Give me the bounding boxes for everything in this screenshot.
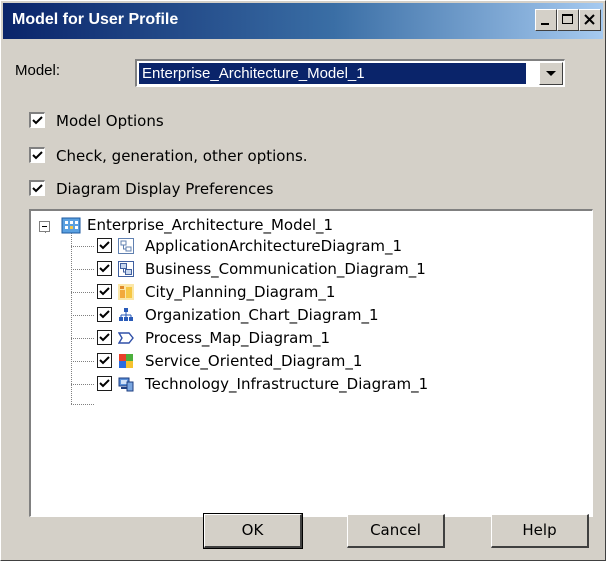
ok-button[interactable]: OK [203, 513, 303, 549]
city-planning-diagram-icon [118, 284, 134, 300]
application-architecture-diagram-icon [118, 238, 134, 254]
tree-item-label: City_Planning_Diagram_1 [145, 283, 336, 301]
tree-item[interactable]: Service_Oriented_Diagram_1 [97, 350, 577, 372]
tree-item-label: Business_Communication_Diagram_1 [145, 260, 426, 278]
model-options-label: Model Options [56, 112, 164, 130]
checkmark-icon [99, 379, 110, 388]
tree-item[interactable]: Process_Map_Diagram_1 [97, 327, 577, 349]
checkmark-icon [99, 356, 110, 365]
tree-collapse-toggle[interactable] [39, 221, 50, 232]
model-options-checkbox[interactable] [29, 112, 45, 128]
title-bar[interactable]: Model for User Profile [3, 3, 603, 39]
tree-item-checkbox[interactable] [97, 330, 112, 345]
model-combobox[interactable]: Enterprise_Architecture_Model_1 [135, 59, 565, 87]
checkmark-icon [99, 264, 110, 273]
tree-item-label: Organization_Chart_Diagram_1 [145, 306, 379, 324]
maximize-icon [562, 14, 573, 24]
checkmark-icon [32, 116, 43, 125]
tree-item[interactable]: City_Planning_Diagram_1 [97, 281, 577, 303]
business-communication-diagram-icon [118, 261, 134, 277]
close-button[interactable] [579, 9, 601, 31]
model-dropdown-button[interactable] [539, 62, 563, 85]
tree-item[interactable]: ApplicationArchitectureDiagram_1 [97, 235, 577, 257]
tree-item-label: Process_Map_Diagram_1 [145, 329, 331, 347]
minimize-button[interactable] [535, 9, 557, 31]
close-icon [584, 14, 595, 25]
checkmark-icon [32, 151, 43, 160]
tree-item-label: ApplicationArchitectureDiagram_1 [145, 237, 403, 255]
enterprise-model-icon [61, 217, 81, 234]
process-map-diagram-icon [118, 332, 134, 344]
checkmark-icon [99, 310, 110, 319]
tree-item-checkbox[interactable] [97, 284, 112, 299]
dialog-window: Model for User Profile Model: Enterprise… [0, 0, 606, 561]
tree-root-label: Enterprise_Architecture_Model_1 [87, 216, 334, 234]
checkmark-icon [99, 287, 110, 296]
checkmark-icon [32, 184, 43, 193]
maximize-button[interactable] [557, 9, 579, 31]
diagram-display-label: Diagram Display Preferences [56, 180, 274, 198]
tree-item-checkbox[interactable] [97, 376, 112, 391]
tree-item-label: Technology_Infrastructure_Diagram_1 [145, 375, 429, 393]
tree-item-checkbox[interactable] [97, 307, 112, 322]
service-oriented-diagram-icon [119, 354, 133, 368]
minimize-icon [541, 23, 549, 25]
technology-infrastructure-diagram-icon [118, 377, 134, 392]
tree-item[interactable]: Technology_Infrastructure_Diagram_1 [97, 373, 577, 395]
window-title: Model for User Profile [12, 11, 179, 28]
chevron-down-icon [546, 71, 556, 76]
organization-chart-diagram-icon [119, 308, 133, 321]
diagram-tree[interactable]: Enterprise_Architecture_Model_1 Applicat… [29, 209, 593, 517]
check-generation-label: Check, generation, other options. [56, 147, 308, 165]
model-combobox-value: Enterprise_Architecture_Model_1 [139, 63, 526, 84]
cancel-button[interactable]: Cancel [347, 514, 445, 548]
tree-item-checkbox[interactable] [97, 261, 112, 276]
checkmark-icon [99, 333, 110, 342]
tree-item[interactable]: Business_Communication_Diagram_1 [97, 258, 577, 280]
help-button[interactable]: Help [491, 514, 589, 548]
tree-item-checkbox[interactable] [97, 353, 112, 368]
checkmark-icon [99, 241, 110, 250]
tree-item-checkbox[interactable] [97, 238, 112, 253]
diagram-display-checkbox[interactable] [29, 180, 45, 196]
tree-item-label: Service_Oriented_Diagram_1 [145, 352, 363, 370]
tree-item[interactable]: Organization_Chart_Diagram_1 [97, 304, 577, 326]
model-label: Model: [15, 62, 61, 79]
check-generation-checkbox[interactable] [29, 147, 45, 163]
